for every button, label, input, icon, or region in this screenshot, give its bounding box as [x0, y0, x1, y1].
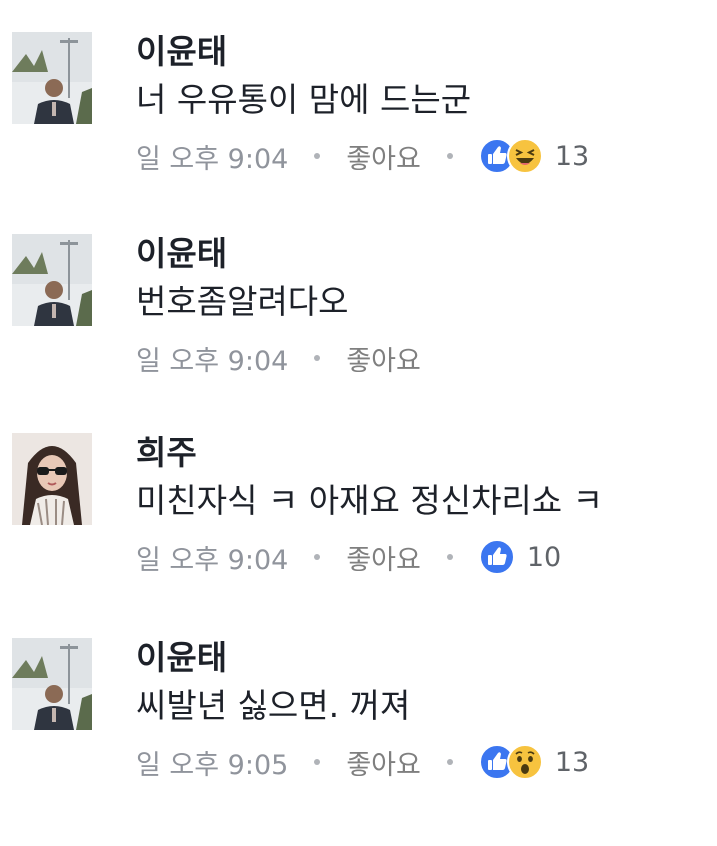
comment-author[interactable]: 이윤태	[136, 638, 227, 678]
comment-text: 너 우유통이 맘에 드는군	[136, 80, 472, 119]
like-button[interactable]: 좋아요	[346, 137, 421, 176]
separator-dot	[446, 554, 453, 560]
comment-timestamp[interactable]: 일 오후 9:04	[136, 339, 288, 378]
comment-meta: 일 오후 9:04 좋아요	[136, 338, 421, 378]
comment-author[interactable]: 희주	[136, 433, 197, 473]
avatar[interactable]	[12, 32, 92, 124]
separator-dot	[446, 153, 453, 159]
reactions-summary[interactable]: 10	[478, 539, 562, 575]
comment-timestamp[interactable]: 일 오후 9:04	[136, 538, 288, 577]
haha-icon	[506, 138, 543, 174]
comment-text: 번호좀알려다오	[136, 282, 349, 321]
like-button[interactable]: 좋아요	[346, 339, 421, 378]
reactions-summary[interactable]: 13	[478, 744, 590, 780]
comment-timestamp[interactable]: 일 오후 9:05	[136, 743, 288, 782]
reaction-count: 13	[554, 746, 590, 778]
like-icon	[478, 539, 515, 575]
avatar-photo	[12, 234, 92, 326]
avatar-photo	[12, 638, 92, 730]
comment-text: 씨발년 싫으면. 꺼져	[136, 686, 411, 725]
separator-dot	[314, 759, 321, 765]
separator-dot	[446, 759, 453, 765]
separator-dot	[314, 153, 321, 159]
separator-dot	[314, 355, 321, 361]
comment-timestamp[interactable]: 일 오후 9:04	[136, 137, 288, 176]
avatar[interactable]	[12, 234, 92, 326]
reaction-count: 13	[554, 140, 590, 172]
wow-icon	[506, 744, 543, 780]
reactions-summary[interactable]: 13	[478, 138, 590, 174]
comment-author[interactable]: 이윤태	[136, 234, 227, 274]
avatar-photo	[12, 433, 92, 525]
comment-meta: 일 오후 9:04 좋아요	[136, 136, 589, 176]
like-button[interactable]: 좋아요	[346, 538, 421, 577]
separator-dot	[314, 554, 321, 560]
avatar[interactable]	[12, 638, 92, 730]
avatar-photo	[12, 32, 92, 124]
reaction-count: 10	[526, 541, 562, 573]
comment-text: 미친자식 ㅋ 아재요 정신차리쇼 ㅋ	[136, 481, 603, 520]
comment-meta: 일 오후 9:05 좋아요 13	[136, 742, 589, 782]
comment-meta: 일 오후 9:04 좋아요 10	[136, 537, 561, 577]
comment-author[interactable]: 이윤태	[136, 32, 227, 72]
like-button[interactable]: 좋아요	[346, 743, 421, 782]
comment-thread: 이윤태 너 우유통이 맘에 드는군 일 오후 9:04 좋아요 13 이윤태 번…	[0, 0, 717, 846]
avatar[interactable]	[12, 433, 92, 525]
